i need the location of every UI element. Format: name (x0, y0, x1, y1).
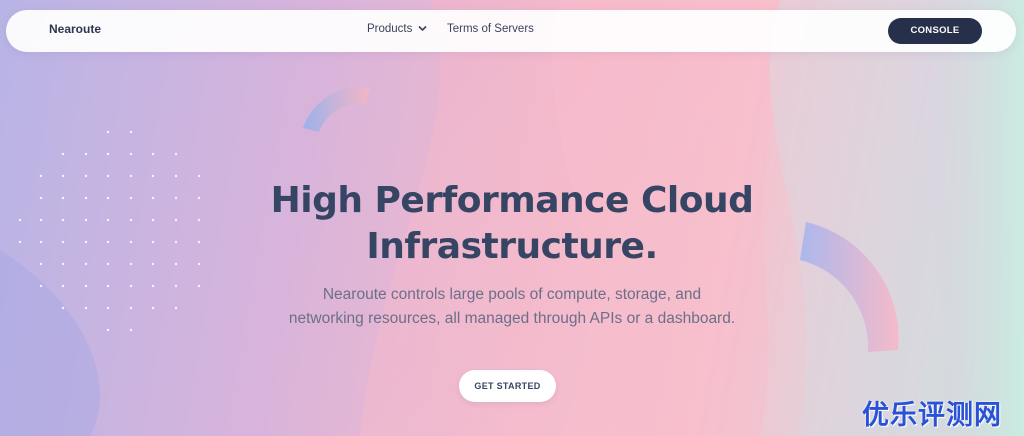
get-started-button[interactable]: GET STARTED (459, 370, 556, 402)
hero-subtitle-line-2: networking resources, all managed throug… (288, 310, 736, 327)
chevron-down-icon (418, 26, 427, 32)
nav-products-label: Products (367, 23, 413, 35)
watermark-text: 优乐评测网 (862, 400, 1002, 431)
hero-subtitle-line-1: Nearoute controls large pools of compute… (322, 286, 702, 303)
brand-logo[interactable]: Nearoute (49, 22, 101, 36)
hero-title: High Performance Cloud Infrastructure. (0, 178, 1024, 270)
hero-subtitle: Nearoute controls large pools of compute… (0, 283, 1024, 331)
console-button[interactable]: CONSOLE (888, 18, 982, 44)
hero-title-line-1: High Performance Cloud (270, 180, 754, 221)
nav-terms-of-servers[interactable]: Terms of Servers (447, 23, 534, 35)
hero-title-line-2: Infrastructure. (366, 226, 658, 267)
nav-products[interactable]: Products (367, 23, 427, 35)
top-navbar: Nearoute Products Terms of Servers CONSO… (6, 10, 1016, 52)
